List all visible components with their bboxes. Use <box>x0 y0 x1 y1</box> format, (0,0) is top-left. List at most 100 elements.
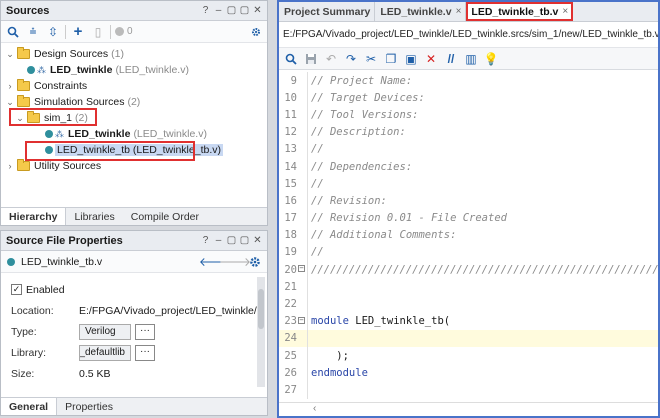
library-field[interactable]: xil_defaultlib <box>79 344 131 361</box>
close-icon[interactable]: × <box>456 6 462 17</box>
code-text: // <box>311 143 324 156</box>
location-value: E:/FPGA/Vivado_project/LED_twinkle/LED_t… <box>79 304 259 317</box>
code-line[interactable]: 22 <box>279 295 658 313</box>
tab-project-summary[interactable]: Project Summary <box>279 2 376 21</box>
tree-item-simulation-sources[interactable]: ⌄ Simulation Sources (2) <box>1 94 267 110</box>
tab-libraries[interactable]: Libraries <box>66 208 122 225</box>
code-line[interactable]: 16 // Revision: <box>279 192 658 210</box>
tree-item-led-twinkle-tb[interactable]: LED_twinkle_tb (LED_twinkle_tb.v) <box>1 142 267 158</box>
code-line[interactable]: 11 // Tool Versions: <box>279 106 658 124</box>
tab-led-twinkle-tb-v[interactable]: LED_twinkle_tb.v × <box>466 2 574 21</box>
collapse-all-icon[interactable]: ⩮ <box>25 24 41 40</box>
toolbar-separator <box>110 24 111 39</box>
restore-icon[interactable]: ▢ <box>226 235 237 246</box>
horizontal-scrollbar[interactable]: ‹ <box>279 402 658 416</box>
code-line[interactable]: 23− module LED_twinkle_tb( <box>279 312 658 330</box>
expand-all-icon[interactable]: ⇳ <box>45 24 61 40</box>
tree-item-led-twinkle[interactable]: ⁂ LED_twinkle (LED_twinkle.v) <box>1 62 267 78</box>
code-line[interactable]: 26 endmodule <box>279 364 658 382</box>
sources-panel: Sources ? – ▢ ▢ ✕ ⩮ ⇳ + ▯ 0 ⌄ Design Sou… <box>0 0 268 226</box>
chevron-right-icon[interactable]: › <box>5 161 15 171</box>
source-file-icon <box>45 146 53 154</box>
code-line[interactable]: 18 // Additional Comments: <box>279 226 658 244</box>
properties-scrollbar[interactable] <box>257 277 265 387</box>
tree-item-label-selected: LED_twinkle_tb (LED_twinkle_tb.v) <box>55 144 223 156</box>
code-line[interactable]: 20−/////////////////////////////////////… <box>279 261 658 279</box>
tree-item-utility-sources[interactable]: › Utility Sources <box>1 158 267 174</box>
tab-hierarchy[interactable]: Hierarchy <box>1 208 67 225</box>
fold-gutter <box>301 278 308 296</box>
lightbulb-icon[interactable]: 💡 <box>483 51 499 67</box>
code-line[interactable]: 21 <box>279 278 658 296</box>
sources-panel-header: Sources ? – ▢ ▢ ✕ <box>1 1 267 21</box>
scrollbar-thumb[interactable] <box>258 289 264 329</box>
search-icon[interactable] <box>5 24 21 40</box>
properties-icon[interactable]: ▯ <box>90 24 106 40</box>
code-line[interactable]: 25 ); <box>279 347 658 365</box>
tree-item-sim-1[interactable]: ⌄ sim_1 (2) <box>1 110 267 126</box>
comment-icon[interactable]: // <box>443 51 459 67</box>
code-line[interactable]: 15 // <box>279 175 658 193</box>
restore-icon[interactable]: ▢ <box>226 5 237 16</box>
chevron-down-icon[interactable]: ⌄ <box>5 97 15 108</box>
delete-icon[interactable]: ✕ <box>423 51 439 67</box>
undo-icon[interactable]: ↶ <box>323 51 339 67</box>
minimize-icon[interactable]: – <box>213 5 224 16</box>
fold-toggle-icon[interactable]: − <box>298 316 305 324</box>
code-line[interactable]: 10 // Target Devices: <box>279 89 658 107</box>
search-icon[interactable] <box>283 51 299 67</box>
help-icon[interactable]: ? <box>200 5 211 16</box>
library-browse-button[interactable]: ··· <box>135 344 155 361</box>
gear-icon[interactable] <box>251 24 267 40</box>
source-file-icon <box>45 130 53 138</box>
code-line[interactable]: 19 // <box>279 243 658 262</box>
fold-toggle-icon[interactable]: − <box>298 265 305 273</box>
add-icon[interactable]: + <box>70 23 86 40</box>
close-icon[interactable]: ✕ <box>252 235 263 246</box>
enabled-checkbox[interactable]: ✓ <box>11 284 22 295</box>
fold-gutter <box>301 243 308 262</box>
code-line[interactable]: 9 // Project Name: <box>279 72 658 90</box>
code-line[interactable]: 13 // <box>279 140 658 158</box>
folder-icon <box>27 111 40 123</box>
type-browse-button[interactable]: ··· <box>135 323 155 340</box>
forward-arrow-icon[interactable]: 🡒 <box>219 254 251 270</box>
maximize-icon[interactable]: ▢ <box>239 5 250 16</box>
code-line[interactable]: 27 <box>279 381 658 399</box>
tree-item-label: sim_1 <box>44 112 73 124</box>
tree-item-design-sources[interactable]: ⌄ Design Sources (1) <box>1 46 267 62</box>
minimize-icon[interactable]: – <box>213 235 224 246</box>
tree-item-constraints[interactable]: › Constraints <box>1 78 267 94</box>
redo-icon[interactable]: ↷ <box>343 51 359 67</box>
tree-item-sim-led-twinkle[interactable]: ⁂ LED_twinkle (LED_twinkle.v) <box>1 126 267 142</box>
close-icon[interactable]: × <box>562 6 568 17</box>
code-line[interactable]: 12 // Description: <box>279 123 658 141</box>
line-number: 14 <box>284 160 297 173</box>
fold-gutter <box>301 175 308 193</box>
code-line[interactable]: 17 // Revision 0.01 - File Created <box>279 209 658 227</box>
fold-gutter <box>301 192 308 210</box>
code-line[interactable]: 14 // Dependencies: <box>279 157 658 176</box>
tree-item-label: Constraints <box>34 80 88 92</box>
save-icon[interactable] <box>303 51 319 67</box>
code-line[interactable]: 24 <box>279 329 658 347</box>
sources-toolbar: ⩮ ⇳ + ▯ 0 <box>1 21 267 43</box>
line-number: 11 <box>284 108 297 121</box>
help-icon[interactable]: ? <box>200 235 211 246</box>
tab-led-twinkle-v[interactable]: LED_twinkle.v × <box>375 2 467 21</box>
close-icon[interactable]: ✕ <box>252 5 263 16</box>
cut-icon[interactable]: ✂ <box>363 51 379 67</box>
toggle-columns-icon[interactable]: ▥ <box>463 51 479 67</box>
code-area[interactable]: 9 // Project Name: 10 // Target Devices: 11 /… <box>279 72 658 402</box>
tab-properties[interactable]: Properties <box>57 398 121 415</box>
chevron-right-icon[interactable]: › <box>5 81 15 91</box>
type-field[interactable]: Verilog <box>79 323 131 340</box>
chevron-down-icon[interactable]: ⌄ <box>15 113 25 124</box>
tab-general[interactable]: General <box>1 398 58 415</box>
gear-icon[interactable] <box>247 254 263 270</box>
copy-icon[interactable]: ❐ <box>383 51 399 67</box>
chevron-down-icon[interactable]: ⌄ <box>5 49 15 60</box>
maximize-icon[interactable]: ▢ <box>239 235 250 246</box>
paste-icon[interactable]: ▣ <box>403 51 419 67</box>
tab-compile-order[interactable]: Compile Order <box>123 208 207 225</box>
